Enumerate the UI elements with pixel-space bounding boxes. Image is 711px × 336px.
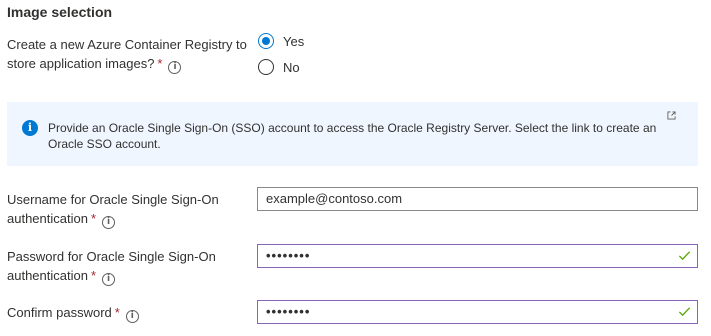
radio-yes-label: Yes	[283, 33, 305, 49]
password-label: Password for Oracle Single Sign-On authe…	[7, 247, 247, 286]
info-icon[interactable]: i	[102, 273, 116, 286]
radio-no-label: No	[283, 59, 300, 75]
required-marker: *	[90, 211, 97, 226]
confirm-password-label: Confirm password * i	[7, 303, 247, 323]
username-label: Username for Oracle Single Sign-On authe…	[7, 190, 247, 229]
banner-text: Provide an Oracle Single Sign-On (SSO) a…	[48, 121, 657, 151]
registry-question-text: Create a new Azure Container Registry to…	[7, 37, 247, 71]
info-icon: i	[22, 120, 38, 136]
checkmark-icon	[678, 307, 691, 317]
info-banner: i Provide an Oracle Single Sign-On (SSO)…	[7, 102, 698, 166]
password-value: ••••••••	[266, 248, 311, 263]
confirm-password-input[interactable]: ••••••••	[257, 300, 698, 324]
info-icon[interactable]: i	[168, 61, 182, 74]
radio-yes-circle[interactable]	[258, 33, 274, 49]
confirm-password-label-text: Confirm password	[7, 305, 112, 320]
required-marker: *	[157, 56, 163, 71]
username-value: example@contoso.com	[266, 191, 403, 206]
external-link-icon[interactable]	[667, 111, 676, 120]
checkmark-icon	[678, 251, 691, 261]
password-input[interactable]: ••••••••	[257, 244, 698, 268]
info-icon[interactable]: i	[102, 216, 116, 229]
confirm-password-value: ••••••••	[266, 304, 311, 319]
registry-question-label: Create a new Azure Container Registry to…	[7, 35, 247, 74]
radio-no-circle[interactable]	[258, 59, 274, 75]
required-marker: *	[114, 305, 120, 320]
required-marker: *	[90, 268, 97, 283]
radio-option-yes[interactable]: Yes	[258, 31, 304, 51]
username-input[interactable]: example@contoso.com	[257, 187, 698, 211]
section-title: Image selection	[7, 4, 113, 20]
radio-option-no[interactable]: No	[258, 57, 300, 77]
info-icon[interactable]: i	[125, 310, 139, 323]
